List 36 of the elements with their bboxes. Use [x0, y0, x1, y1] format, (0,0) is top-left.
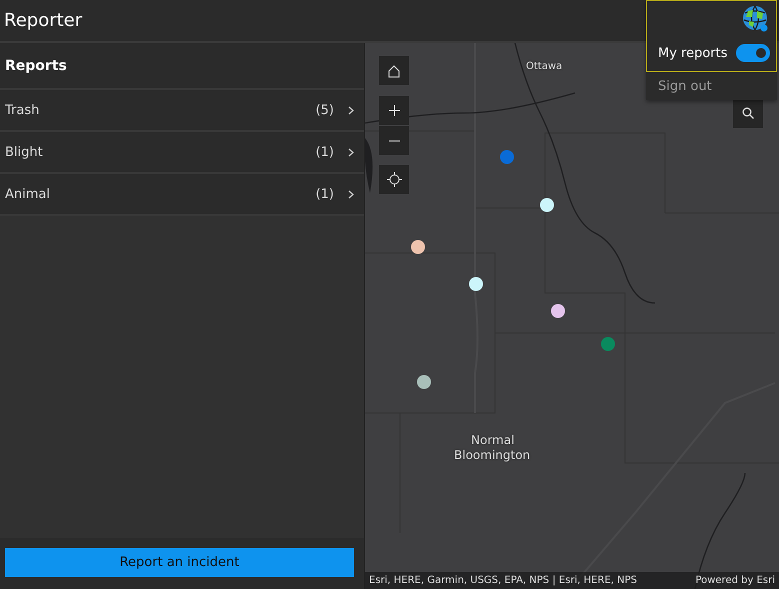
map-marker[interactable] [500, 150, 514, 164]
chevron-right-icon [348, 106, 354, 114]
map-marker[interactable] [411, 240, 425, 254]
home-icon [387, 64, 401, 78]
category-count: (1) [316, 144, 334, 160]
attribution-text: Esri, HERE, Garmin, USGS, EPA, NPS | Esri, HERE, NPS [369, 575, 637, 586]
search-button[interactable] [733, 98, 763, 128]
report-incident-button[interactable]: Report an incident [5, 548, 354, 577]
map-marker[interactable] [601, 337, 615, 351]
category-label: Animal [5, 186, 51, 202]
category-count: (5) [316, 102, 334, 118]
plus-icon [388, 105, 400, 116]
my-reports-toggle[interactable] [736, 44, 770, 62]
search-icon [742, 107, 754, 119]
map-marker[interactable] [551, 304, 565, 318]
locate-button[interactable] [379, 165, 409, 194]
map-marker[interactable] [540, 198, 554, 212]
category-count: (1) [316, 186, 334, 202]
map-marker[interactable] [469, 277, 483, 291]
place-label: Normal [471, 433, 514, 447]
map-marker[interactable] [417, 375, 431, 389]
category-label: Blight [5, 144, 44, 160]
place-label: Ottawa [526, 61, 562, 72]
globe-icon[interactable] [742, 5, 770, 33]
chevron-right-icon [348, 190, 354, 198]
powered-by-text: Powered by Esri [695, 575, 775, 586]
chevron-right-icon [348, 148, 354, 156]
my-reports-label: My reports [658, 46, 728, 60]
place-label: Bloomington [454, 448, 530, 462]
app-title: Reporter [4, 10, 82, 31]
category-label: Trash [5, 102, 40, 118]
sign-out-link[interactable]: Sign out [646, 72, 777, 100]
minus-icon [388, 140, 400, 142]
crosshair-icon [386, 172, 402, 187]
home-button[interactable] [379, 56, 409, 85]
zoom-in-button[interactable] [379, 96, 409, 125]
